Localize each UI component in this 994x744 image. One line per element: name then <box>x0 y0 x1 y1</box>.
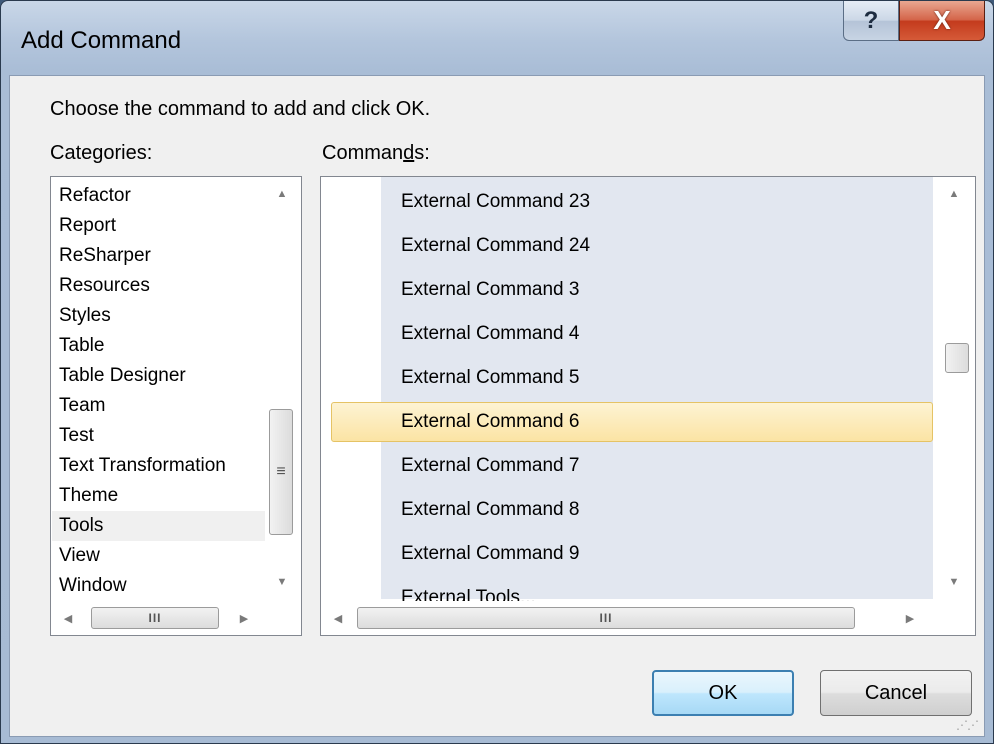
category-item[interactable]: Window <box>59 571 265 601</box>
category-item[interactable]: ReSharper <box>59 241 265 271</box>
category-item[interactable]: View <box>59 541 265 571</box>
grip-icon: ≡ <box>276 463 286 480</box>
command-item[interactable]: External Command 24 <box>401 229 590 263</box>
ok-button[interactable]: OK <box>652 670 794 716</box>
command-item[interactable]: External Command 5 <box>401 361 579 395</box>
category-item[interactable]: Resources <box>59 271 265 301</box>
commands-listbox[interactable]: External Command 23 External Command 24 Ex… <box>320 176 976 636</box>
dialog-title: Add Command <box>21 27 182 54</box>
command-item[interactable]: External Command 3 <box>401 273 579 307</box>
dialog-body: Choose the command to add and click OK. … <box>9 75 985 737</box>
category-item[interactable]: Theme <box>59 481 265 511</box>
category-item[interactable]: Tools <box>52 511 272 541</box>
scroll-up-arrow-icon[interactable]: ▲ <box>937 177 971 211</box>
commands-horizontal-scrollbar[interactable]: ◀ III ▶ <box>321 601 975 635</box>
cancel-button[interactable]: Cancel <box>820 670 972 716</box>
category-item[interactable]: Report <box>59 211 265 241</box>
scroll-up-arrow-icon[interactable]: ▲ <box>265 177 299 211</box>
instruction-text: Choose the command to add and click OK. <box>50 98 431 120</box>
close-icon: X <box>933 5 951 35</box>
commands-vertical-scrollbar[interactable]: ▲ ▼ <box>933 177 975 599</box>
grip-icon: III <box>148 611 162 625</box>
close-button[interactable]: X <box>899 1 985 41</box>
category-item[interactable]: Table <box>59 331 265 361</box>
command-item[interactable]: External Command 6 <box>401 405 579 439</box>
categories-horizontal-scrollbar[interactable]: ◀ III ▶ <box>51 601 301 635</box>
commands-horizontal-thumb[interactable]: III <box>357 607 855 629</box>
category-item[interactable]: Text Transformation <box>59 451 265 481</box>
commands-vertical-thumb[interactable] <box>945 343 969 373</box>
commands-icon-margin <box>321 177 381 599</box>
category-item[interactable]: Team <box>59 391 265 421</box>
categories-horizontal-thumb[interactable]: III <box>91 607 219 629</box>
title-bar[interactable]: Add Command ? X <box>1 1 993 75</box>
categories-listbox[interactable]: Refactor Report ReSharper Resources Styles Ta… <box>50 176 302 636</box>
scroll-left-arrow-icon[interactable]: ◀ <box>51 601 85 635</box>
scroll-right-arrow-icon[interactable]: ▶ <box>893 601 927 635</box>
help-icon: ? <box>863 6 879 34</box>
add-command-dialog: Add Command ? X Choose the command to ad… <box>0 0 994 744</box>
command-item[interactable]: External Command 23 <box>401 185 590 219</box>
categories-vertical-scrollbar[interactable]: ▲ ≡ ▼ <box>265 177 299 599</box>
category-item[interactable]: Styles <box>59 301 265 331</box>
commands-label: Commands: <box>322 142 430 164</box>
category-item[interactable]: Test <box>59 421 265 451</box>
categories-vertical-thumb[interactable]: ≡ <box>269 409 293 535</box>
command-item[interactable]: External Command 9 <box>401 537 579 571</box>
help-button[interactable]: ? <box>843 1 899 41</box>
resize-grip-icon[interactable]: ⋰⋰ <box>956 718 979 732</box>
command-item[interactable]: External Command 8 <box>401 493 579 527</box>
scroll-down-arrow-icon[interactable]: ▼ <box>265 565 299 599</box>
scroll-right-arrow-icon[interactable]: ▶ <box>227 601 261 635</box>
command-item[interactable]: External Command 4 <box>401 317 579 351</box>
grip-icon: III <box>599 611 613 625</box>
scroll-down-arrow-icon[interactable]: ▼ <box>937 565 971 599</box>
category-item[interactable]: Refactor <box>59 181 265 211</box>
category-item[interactable]: Table Designer <box>59 361 265 391</box>
command-item[interactable]: External Command 7 <box>401 449 579 483</box>
categories-label: Categories: <box>50 142 153 164</box>
scroll-left-arrow-icon[interactable]: ◀ <box>321 601 355 635</box>
